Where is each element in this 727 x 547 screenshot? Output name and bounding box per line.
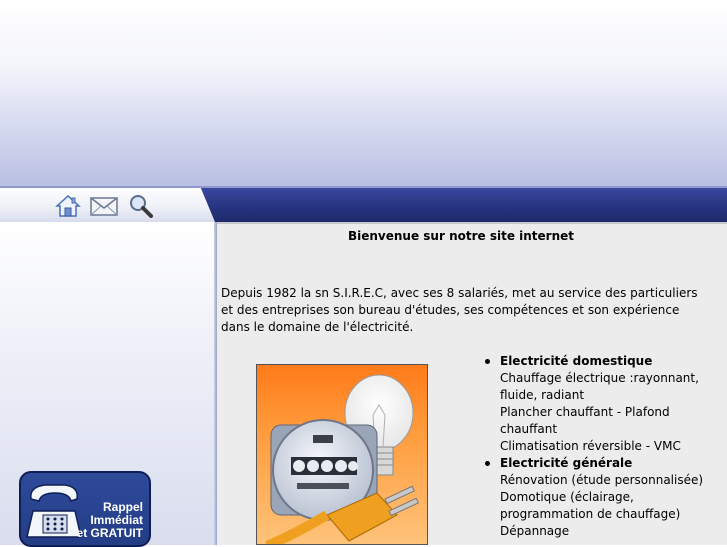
service-category: Electricité générale Rénovation (étude p… [482,455,722,540]
service-item: Climatisation réversible - VMC [500,439,681,453]
service-item: Domotique (éclairage, programmation de c… [500,490,681,521]
mail-icon[interactable] [90,194,118,218]
callback-label: Rappel Immédiat et GRATUIT [63,501,143,540]
nav-divider [0,186,727,188]
service-item: Dépannage [500,524,570,538]
service-item: Rénovation (étude personnalisée) [500,473,704,487]
service-category: Electricité domestique Chauffage électri… [482,353,722,455]
service-item: Plancher chauffant - Plafond chauffant [500,405,670,436]
intro-paragraph: Depuis 1982 la sn S.I.R.E.C, avec ses 8 … [221,286,698,334]
service-heading: Electricité domestique [500,354,653,368]
search-icon[interactable] [128,194,154,218]
header-banner [0,0,727,186]
services-list: Electricité domestique Chauffage électri… [482,353,722,540]
bullet-icon [485,461,490,466]
callback-button[interactable]: Rappel Immédiat et GRATUIT [19,471,151,547]
service-item: Chauffage électrique :rayonnant, fluide,… [500,371,699,402]
callback-line: et GRATUIT [76,526,143,540]
service-heading: Electricité générale [500,456,633,470]
page-title: Bienvenue sur notre site internet [347,229,575,243]
electricity-illustration [256,364,428,545]
home-icon[interactable] [55,194,81,218]
bullet-icon [485,359,490,364]
